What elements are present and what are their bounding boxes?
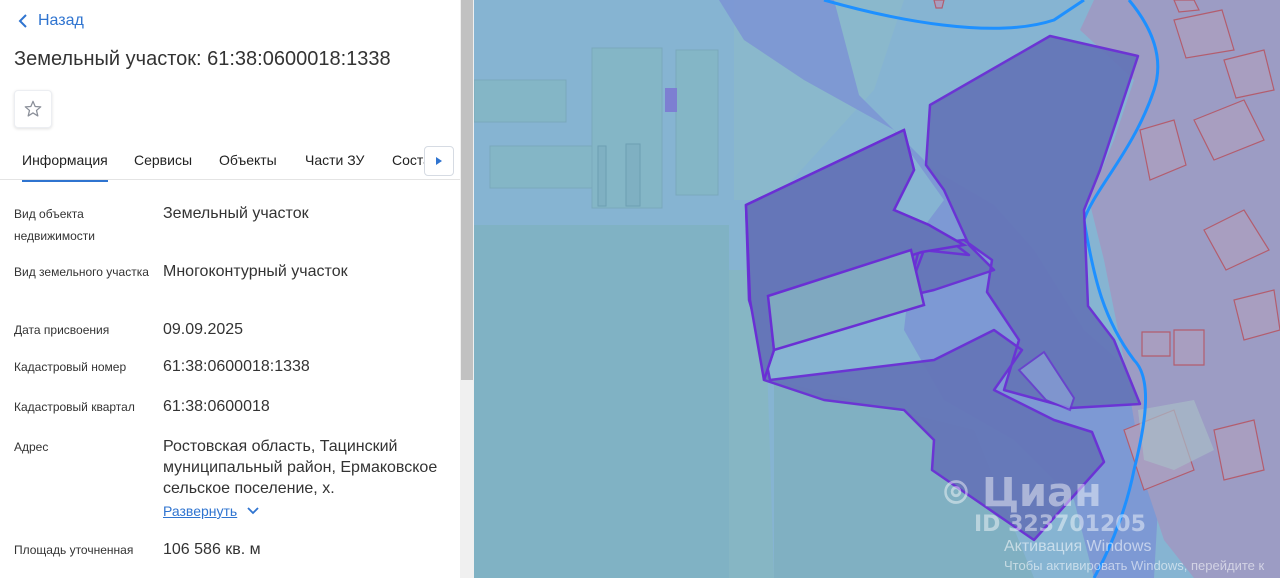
cadastral-map[interactable]: ⌾ Циан ID 323701205 Активация Windows Чт…: [474, 0, 1280, 578]
scrollbar-thumb[interactable]: [461, 0, 473, 380]
chevron-down-icon: [247, 507, 259, 515]
chevron-left-icon: [18, 14, 27, 28]
back-link[interactable]: Назад: [18, 10, 84, 32]
map-pin-icon: ⌾: [944, 470, 968, 516]
expand-address-link[interactable]: Развернуть: [163, 503, 259, 519]
value-assigned-date: 09.09.2025: [163, 321, 244, 338]
tab-information[interactable]: Информация: [22, 152, 108, 182]
tab-bar: Информация Сервисы Объекты Части ЗУ Сост…: [0, 142, 460, 182]
value-area: 106 586 кв. м: [163, 541, 261, 558]
value-address: Ростовская область, Тацинский муниципаль…: [163, 438, 438, 497]
label-address: Адрес: [14, 440, 49, 454]
expand-label: Развернуть: [163, 503, 238, 519]
tab-parts[interactable]: Части ЗУ: [305, 152, 364, 168]
value-cadastral-number: 61:38:0600018:1338: [163, 358, 310, 375]
map-canvas[interactable]: [474, 0, 1280, 578]
favorite-button[interactable]: [14, 90, 52, 128]
small-building: [665, 88, 677, 112]
lot-west-2: [489, 145, 595, 189]
value-land-type: Многоконтурный участок: [163, 263, 348, 280]
windows-activation-title: Активация Windows: [1004, 538, 1152, 555]
watermark-brand-text: Циан: [981, 470, 1102, 516]
value-object-type: Земельный участок: [163, 205, 309, 222]
label-cadastral-quarter: Кадастровый квартал: [14, 400, 135, 414]
panel-scrollbar[interactable]: [460, 0, 474, 578]
watermark-brand: ⌾ Циан: [944, 470, 1102, 516]
tab-objects[interactable]: Объекты: [219, 152, 277, 168]
label-assigned-date: Дата присвоения: [14, 323, 110, 337]
page-title: Земельный участок: 61:38:0600018:1338: [14, 48, 391, 70]
label-cadastral-number: Кадастровый номер: [14, 360, 127, 374]
lot-thin-1: [597, 145, 607, 207]
label-area: Площадь уточненная: [14, 543, 134, 557]
tab-scroll-button[interactable]: [424, 146, 454, 176]
label-land-type: Вид земельного участка: [14, 265, 149, 279]
watermark-id: ID 323701205: [974, 512, 1146, 537]
label-object-type: Вид объекта недвижимости: [14, 207, 95, 243]
lot-west-4: [675, 49, 719, 196]
field-area-west: [474, 225, 729, 578]
lot-thin-2: [625, 143, 641, 207]
caret-right-icon: [436, 157, 442, 165]
tab-services[interactable]: Сервисы: [134, 152, 192, 168]
value-cadastral-quarter: 61:38:0600018: [163, 398, 270, 415]
windows-activation-hint: Чтобы активировать Windows, перейдите к: [1004, 558, 1265, 573]
lot-west-1: [474, 79, 567, 123]
back-label: Назад: [38, 12, 84, 29]
star-outline-icon: [24, 100, 42, 117]
info-panel: Назад Земельный участок: 61:38:0600018:1…: [0, 0, 460, 578]
